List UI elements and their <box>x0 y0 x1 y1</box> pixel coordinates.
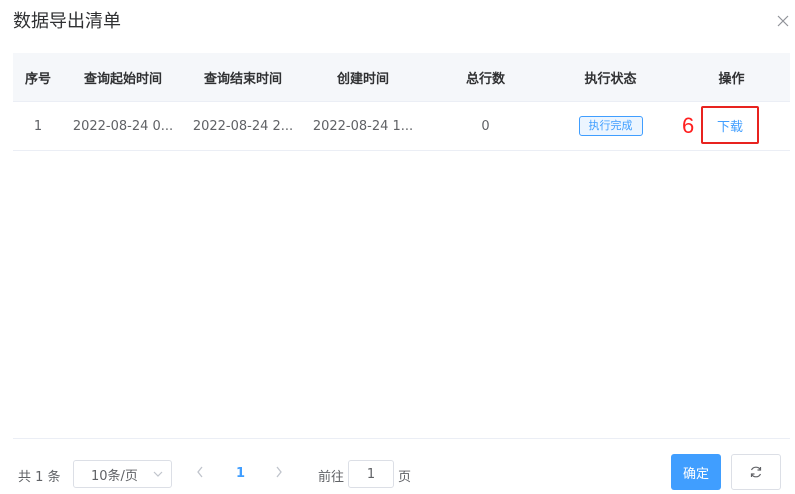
prev-page-button[interactable] <box>196 466 204 482</box>
annotation-highlight-box: 下载 <box>701 106 759 144</box>
table-row: 1 2022-08-24 0... 2022-08-24 2... 2022-0… <box>13 102 790 151</box>
cell-index: 1 <box>33 118 43 134</box>
annotation-step-number: 6 <box>682 113 695 138</box>
cell-created: 2022-08-24 1... <box>312 118 414 134</box>
page-size-select[interactable]: 10条/页 <box>73 460 172 488</box>
table-header: 序号 查询起始时间 查询结束时间 创建时间 总行数 执行状态 操作 <box>13 53 790 102</box>
cell-query-end: 2022-08-24 2... <box>192 118 294 134</box>
column-header-actions: 操作 <box>718 71 745 87</box>
chevron-left-icon <box>197 466 203 478</box>
chevron-down-icon <box>153 471 163 477</box>
cell-total-rows: 0 <box>481 118 490 134</box>
page-size-value: 10条/页 <box>91 468 138 484</box>
cell-query-start: 2022-08-24 0... <box>72 118 174 134</box>
column-header-query-end: 查询结束时间 <box>203 71 282 87</box>
goto-label: 前往 <box>318 470 345 485</box>
dialog-title: 数据导出清单 <box>13 11 121 32</box>
column-header-total-rows: 总行数 <box>465 71 505 87</box>
export-list-dialog: 数据导出清单 序号 查询起始时间 查询结束时间 创建时间 总行数 执行状态 操作… <box>0 0 795 494</box>
cell-status: 执行完成 <box>548 116 673 136</box>
column-header-index: 序号 <box>24 71 51 87</box>
close-button[interactable] <box>772 10 794 32</box>
column-header-status: 执行状态 <box>584 71 637 87</box>
confirm-button[interactable]: 确定 <box>671 454 721 490</box>
column-header-query-start: 查询起始时间 <box>83 71 162 87</box>
close-icon <box>777 15 789 27</box>
page-number-current[interactable]: 1 <box>236 466 245 481</box>
goto-page-input[interactable] <box>348 460 394 488</box>
download-link[interactable]: 下载 <box>717 116 743 135</box>
chevron-right-icon <box>276 466 282 478</box>
refresh-button[interactable] <box>731 454 781 490</box>
footer-divider <box>13 438 790 439</box>
dialog-footer: 共 1 条 10条/页 1 前往 页 确定 <box>0 448 795 494</box>
refresh-icon <box>750 466 762 478</box>
column-header-created: 创建时间 <box>336 71 389 87</box>
next-page-button[interactable] <box>275 466 283 482</box>
goto-suffix: 页 <box>398 470 412 485</box>
export-table: 序号 查询起始时间 查询结束时间 创建时间 总行数 执行状态 操作 1 2022… <box>13 53 790 151</box>
pagination-total: 共 1 条 <box>18 470 61 485</box>
status-badge: 执行完成 <box>578 116 643 136</box>
